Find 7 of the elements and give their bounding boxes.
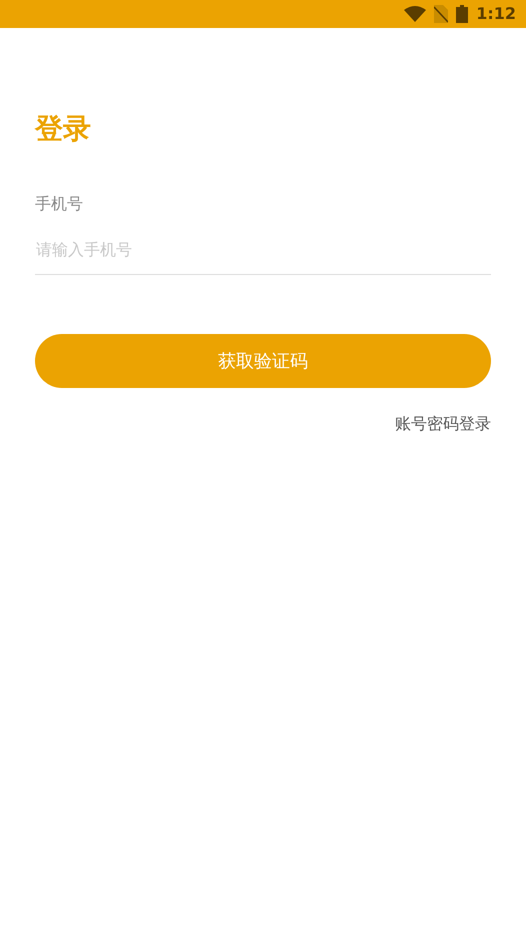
field-label: 手机号 xyxy=(35,194,83,213)
no-sim-icon xyxy=(434,5,448,23)
battery-icon xyxy=(456,5,468,23)
status-time: 1:12 xyxy=(476,3,516,25)
wifi-icon xyxy=(404,6,426,22)
password-login-link[interactable]: 账号密码登录 xyxy=(395,412,491,436)
page-title: 登录 xyxy=(35,112,91,145)
